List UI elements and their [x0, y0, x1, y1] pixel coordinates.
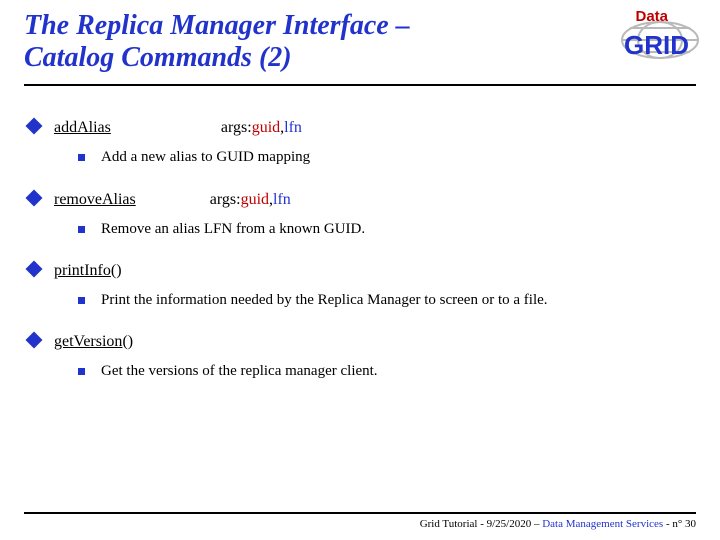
item-desc: Print the information needed by the Repl… [101, 290, 661, 310]
body: addAlias args: guid, lfn Add a new alias… [0, 86, 720, 381]
cmd-name: addAlias [54, 119, 111, 137]
arg-guid: guid [252, 119, 280, 137]
item-head: getVersion() [28, 328, 692, 351]
cmd-suffix: () [111, 262, 122, 280]
item-desc-row: Print the information needed by the Repl… [78, 290, 692, 310]
slide-title-line1: The Replica Manager Interface – [24, 10, 696, 42]
item-head: printInfo() [28, 257, 692, 280]
item-head: addAlias args: guid, lfn [28, 114, 692, 137]
slide: Data GRID The Replica Manager Interface … [0, 0, 720, 540]
cmd-name: removeAlias [54, 191, 136, 209]
args-label: args: [210, 191, 241, 209]
item-desc: Get the versions of the replica manager … [101, 361, 661, 381]
bullet-square-icon [78, 297, 85, 304]
footer-rule [24, 512, 696, 514]
args-label: args: [221, 119, 252, 137]
arg-lfn: lfn [284, 119, 302, 137]
bullet-square-icon [78, 368, 85, 375]
bullet-square-icon [78, 154, 85, 161]
item-desc-row: Add a new alias to GUID mapping [78, 147, 692, 167]
cmd-name: printInfo [54, 262, 111, 280]
logo-text-data: Data [635, 8, 668, 25]
item-desc-row: Remove an alias LFN from a known GUID. [78, 219, 692, 239]
footer: Grid Tutorial - 9/25/2020 – Data Managem… [0, 512, 720, 530]
datagrid-logo-svg: Data GRID [602, 8, 702, 60]
item-head: removeAlias args: guid, lfn [28, 186, 692, 209]
logo-text-grid: GRID [624, 30, 689, 60]
cmd-suffix: () [122, 333, 133, 351]
bullet-diamond-icon [26, 189, 43, 206]
footer-line: Grid Tutorial - 9/25/2020 – Data Managem… [24, 518, 696, 530]
slide-title-line2: Catalog Commands (2) [24, 42, 696, 74]
arg-guid: guid [241, 191, 269, 209]
footer-lead: Grid Tutorial - 9/25/2020 – [420, 518, 543, 530]
item-addalias: addAlias args: guid, lfn Add a new alias… [28, 114, 692, 167]
arg-lfn: lfn [273, 191, 291, 209]
footer-tail: - n° 30 [663, 518, 696, 530]
item-desc-row: Get the versions of the replica manager … [78, 361, 692, 381]
item-desc: Add a new alias to GUID mapping [101, 147, 661, 167]
bullet-diamond-icon [26, 118, 43, 135]
item-getversion: getVersion() Get the versions of the rep… [28, 328, 692, 381]
bullet-diamond-icon [26, 260, 43, 277]
item-desc: Remove an alias LFN from a known GUID. [101, 219, 661, 239]
bullet-square-icon [78, 226, 85, 233]
cmd-name: getVersion [54, 333, 122, 351]
bullet-diamond-icon [26, 332, 43, 349]
footer-dms: Data Management Services [542, 518, 663, 530]
item-removealias: removeAlias args: guid, lfn Remove an al… [28, 186, 692, 239]
datagrid-logo: Data GRID [602, 8, 702, 60]
item-printinfo: printInfo() Print the information needed… [28, 257, 692, 310]
